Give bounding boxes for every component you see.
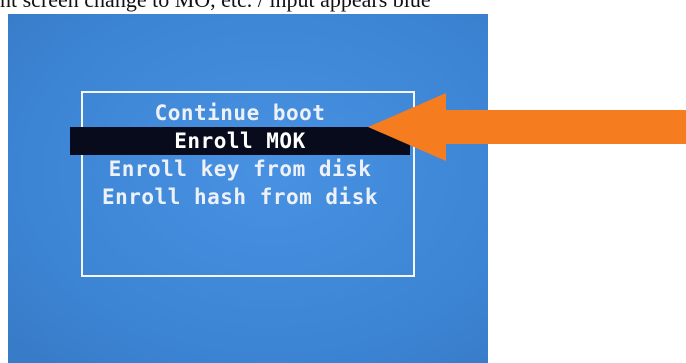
menu-item-enroll-key-from-disk[interactable]: Enroll key from disk	[70, 155, 410, 183]
caption-text: nt screen change to MO, etc. / input app…	[0, 0, 686, 13]
menu-item-enroll-mok[interactable]: Enroll MOK	[70, 127, 410, 155]
menu-item-continue-boot[interactable]: Continue boot	[70, 99, 410, 127]
boot-menu: Continue boot Enroll MOK Enroll key from…	[70, 99, 410, 211]
arrow-shape	[368, 93, 686, 161]
menu-item-enroll-hash-from-disk[interactable]: Enroll hash from disk	[70, 183, 410, 211]
annotation-arrow-icon	[368, 93, 686, 161]
